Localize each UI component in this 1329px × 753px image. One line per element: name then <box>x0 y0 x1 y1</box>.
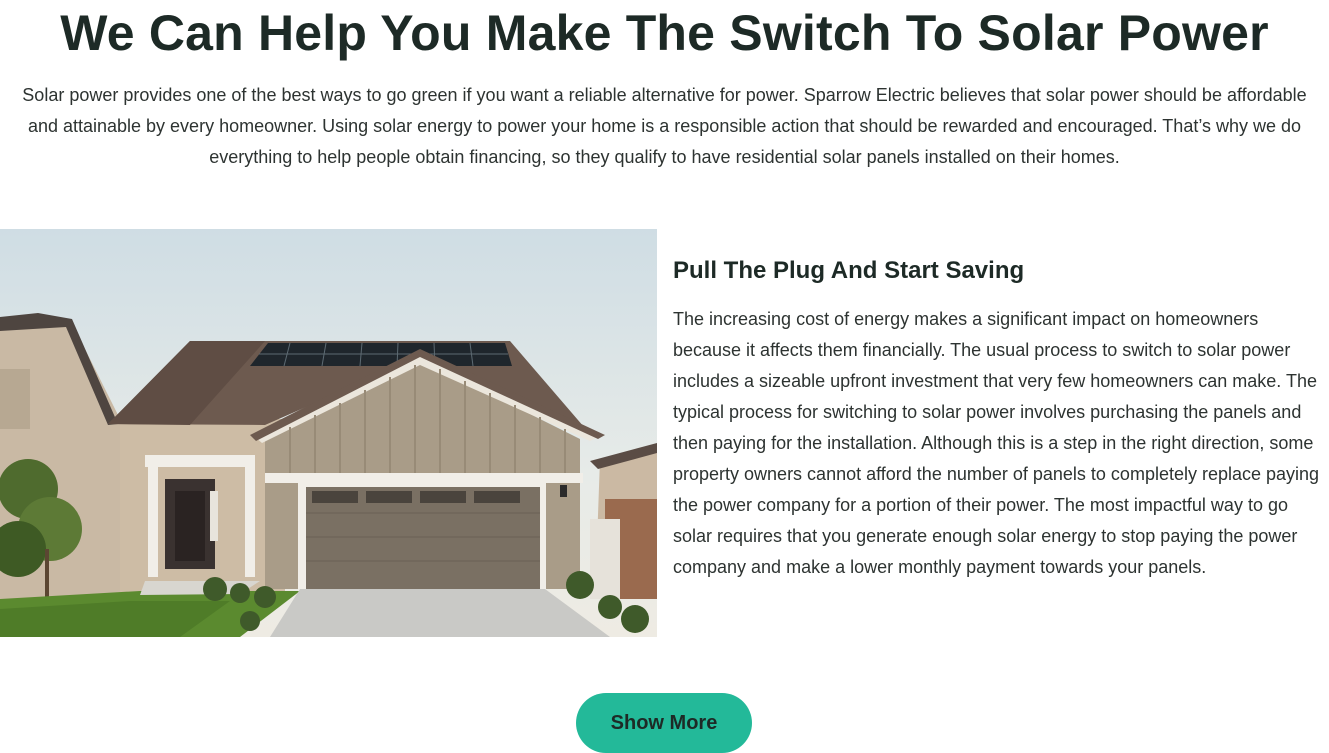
house-solar-photo <box>0 229 657 637</box>
feature-body-text: The increasing cost of energy makes a si… <box>673 309 1320 577</box>
show-more-button[interactable]: Show More <box>576 693 752 753</box>
intro-paragraph: Solar power provides one of the best way… <box>22 85 1307 167</box>
page-title: We Can Help You Make The Switch To Solar… <box>60 5 1269 61</box>
feature-heading: Pull The Plug And Start Saving <box>673 257 1025 284</box>
